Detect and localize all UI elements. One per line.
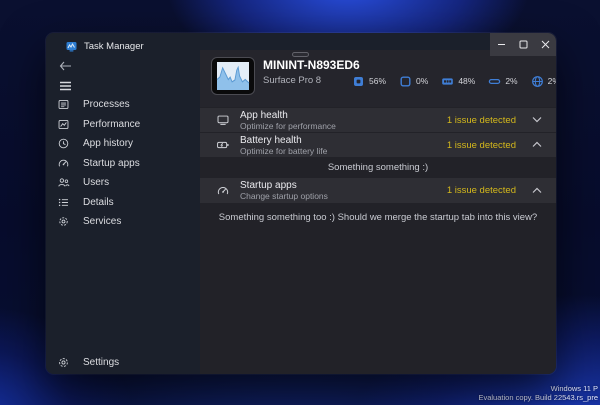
chevron-up-icon[interactable] [532,141,542,149]
sidebar-item-label: Services [83,216,121,227]
minimize-button[interactable] [490,33,512,56]
stat-value: 56% [369,76,386,86]
sidebar-item-label: App history [83,138,133,149]
sidebar-item-settings[interactable]: Settings [46,353,200,373]
back-button[interactable] [54,57,76,74]
startup-apps-icon [56,156,71,171]
sidebar-item-details[interactable]: Details [46,193,200,213]
battery-health-icon [216,138,230,152]
sidebar-item-label: Settings [83,357,119,368]
stat-value: 2% [505,76,517,86]
issue-status-badge: 1 issue detected [447,115,516,126]
sidebar: Task Manager Processes Performance [46,33,200,374]
task-manager-app-icon [66,41,77,52]
device-header-card: MININT-N893ED6 Surface Pro 8 56% 0% 48% [200,50,556,107]
titlebar-app-title: Task Manager [66,41,144,52]
stat-disk: 2% [488,75,517,88]
task-manager-window: Task Manager Processes Performance [46,33,556,374]
window-controls [490,33,556,56]
gpu-icon [399,75,412,88]
sidebar-item-services[interactable]: Services [46,212,200,232]
section-subtitle: Optimize for performance [240,121,447,131]
sidebar-item-label: Processes [83,99,130,110]
maximize-button[interactable] [512,33,534,56]
stat-gpu: 0% [399,75,428,88]
performance-graph-icon [217,62,249,90]
watermark-build: Evaluation copy. Build 22543.rs_pre [478,393,598,402]
sidebar-item-label: Startup apps [83,158,140,169]
section-text: App health Optimize for performance [240,110,447,131]
close-icon [541,40,550,49]
sidebar-item-startup-apps[interactable]: Startup apps [46,154,200,174]
battery-health-expanded-content: Something something :) [200,157,556,178]
section-row-startup-apps[interactable]: Startup apps Change startup options 1 is… [200,178,556,203]
app-health-monitor-icon [216,113,230,127]
back-arrow-icon [59,61,72,71]
section-title: Startup apps [240,180,447,191]
windows-watermark: Windows 11 P Evaluation copy. Build 2254… [478,384,598,402]
stat-value: 2% [548,76,556,86]
section-title: Battery health [240,135,447,146]
users-icon [56,175,71,190]
section-subtitle: Optimize for battery life [240,146,447,156]
sidebar-footer: Settings [46,353,200,373]
startup-gauge-icon [216,184,230,198]
settings-gear-icon [56,355,71,370]
main-content: MININT-N893ED6 Surface Pro 8 56% 0% 48% [200,50,556,374]
placeholder-text: Something something too :) Should we mer… [219,212,537,223]
titlebar-app-label: Task Manager [84,41,144,52]
maximize-icon [519,40,528,49]
section-subtitle: Change startup options [240,191,447,201]
close-button[interactable] [534,33,556,56]
issue-status-badge: 1 issue detected [447,140,516,151]
stat-memory: 48% [441,75,475,88]
memory-icon [441,75,454,88]
navigation-menu-button[interactable] [54,77,76,94]
health-sections: App health Optimize for performance 1 is… [200,108,556,231]
sidebar-nav: Processes Performance App history Startu… [46,95,200,232]
device-name: MININT-N893ED6 [263,58,360,72]
performance-thumbnail [211,57,255,95]
sidebar-item-label: Performance [83,119,140,130]
sidebar-item-performance[interactable]: Performance [46,115,200,135]
startup-apps-expanded-content: Something something too :) Should we mer… [200,203,556,231]
processes-icon [56,97,71,112]
performance-icon [56,117,71,132]
sidebar-item-label: Users [83,177,109,188]
cpu-icon [352,75,365,88]
sidebar-item-processes[interactable]: Processes [46,95,200,115]
placeholder-text: Something something :) [328,162,428,173]
chevron-up-icon[interactable] [532,187,542,195]
stat-value: 48% [458,76,475,86]
desktop-wallpaper: Windows 11 P Evaluation copy. Build 2254… [0,0,600,405]
stat-value: 0% [416,76,428,86]
stat-cpu: 56% [352,75,386,88]
services-icon [56,214,71,229]
watermark-edition: Windows 11 P [478,384,598,393]
issue-status-badge: 1 issue detected [447,185,516,196]
sidebar-item-users[interactable]: Users [46,173,200,193]
resource-stats: 56% 0% 48% 2% [352,74,556,88]
chevron-down-icon[interactable] [532,116,542,124]
app-history-icon [56,136,71,151]
section-text: Startup apps Change startup options [240,180,447,201]
section-text: Battery health Optimize for battery life [240,135,447,156]
minimize-icon [497,40,506,49]
sidebar-item-label: Details [83,197,114,208]
section-row-battery-health[interactable]: Battery health Optimize for battery life… [200,133,556,157]
stat-network: 2% [531,75,556,88]
details-icon [56,195,71,210]
section-row-app-health[interactable]: App health Optimize for performance 1 is… [200,108,556,132]
sidebar-item-app-history[interactable]: App history [46,134,200,154]
drag-handle[interactable] [292,52,309,57]
network-globe-icon [531,75,544,88]
device-model: Surface Pro 8 [263,75,321,86]
disk-icon [488,75,501,88]
hamburger-icon [59,81,72,91]
section-title: App health [240,110,447,121]
